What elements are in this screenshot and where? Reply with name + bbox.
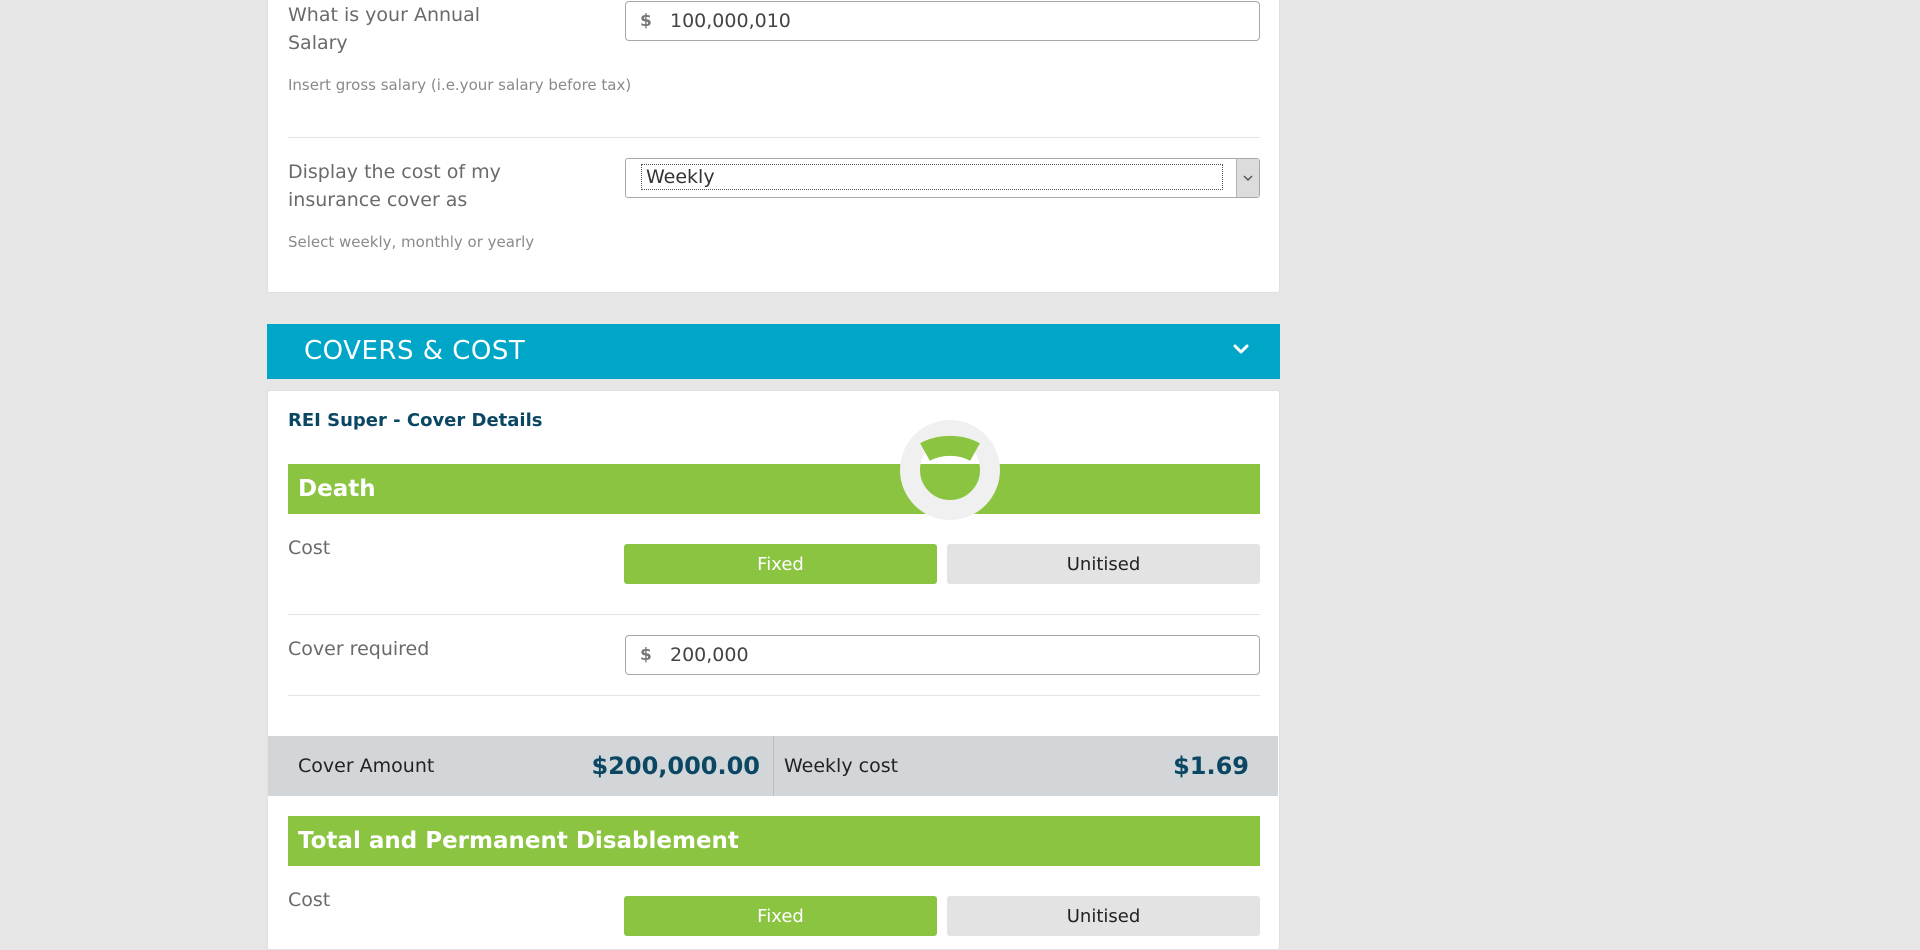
display-cost-hint: Select weekly, monthly or yearly bbox=[288, 233, 535, 251]
divider bbox=[288, 137, 1260, 138]
cover-required-input[interactable]: $ 200,000 bbox=[625, 635, 1260, 675]
weekly-cost-value: $1.69 bbox=[1173, 752, 1249, 780]
death-cost-label: Cost bbox=[288, 537, 331, 559]
chevron-down-icon[interactable] bbox=[1232, 341, 1250, 360]
cover-details-title: REI Super - Cover Details bbox=[288, 410, 543, 431]
loading-spinner-icon bbox=[900, 420, 1000, 520]
display-cost-select[interactable]: Weekly bbox=[625, 158, 1260, 198]
weekly-cost-label: Weekly cost bbox=[784, 755, 899, 777]
tpd-heading: Total and Permanent Disablement bbox=[288, 816, 1260, 866]
cover-amount-label: Cover Amount bbox=[298, 755, 435, 777]
tpd-fixed-button[interactable]: Fixed bbox=[624, 896, 937, 936]
cover-required-value: 200,000 bbox=[670, 644, 749, 666]
currency-symbol: $ bbox=[640, 645, 652, 665]
currency-symbol: $ bbox=[640, 11, 652, 31]
death-fixed-button[interactable]: Fixed bbox=[624, 544, 937, 584]
tpd-unitised-button[interactable]: Unitised bbox=[947, 896, 1260, 936]
display-cost-label: Display the cost of my insurance cover a… bbox=[288, 161, 501, 211]
death-cover-summary: Cover Amount $200,000.00 Weekly cost $1.… bbox=[268, 736, 1278, 796]
divider bbox=[288, 614, 1260, 615]
divider bbox=[288, 695, 1260, 696]
death-heading: Death bbox=[288, 464, 1260, 514]
annual-salary-value: 100,000,010 bbox=[670, 10, 791, 32]
annual-salary-input[interactable]: $ 100,000,010 bbox=[625, 1, 1260, 41]
covers-cost-section-header[interactable]: COVERS & COST bbox=[267, 324, 1280, 379]
chevron-down-icon[interactable] bbox=[1236, 159, 1259, 197]
annual-salary-label: What is your Annual Salary bbox=[288, 4, 480, 54]
display-cost-selected-value: Weekly bbox=[641, 164, 1223, 190]
cover-amount-value: $200,000.00 bbox=[591, 752, 760, 780]
tpd-cost-label: Cost bbox=[288, 889, 331, 911]
death-unitised-button[interactable]: Unitised bbox=[947, 544, 1260, 584]
cover-required-label: Cover required bbox=[288, 638, 430, 660]
summary-separator bbox=[773, 736, 774, 796]
annual-salary-hint: Insert gross salary (i.e.your salary bef… bbox=[288, 76, 632, 94]
section-title: COVERS & COST bbox=[304, 336, 526, 366]
